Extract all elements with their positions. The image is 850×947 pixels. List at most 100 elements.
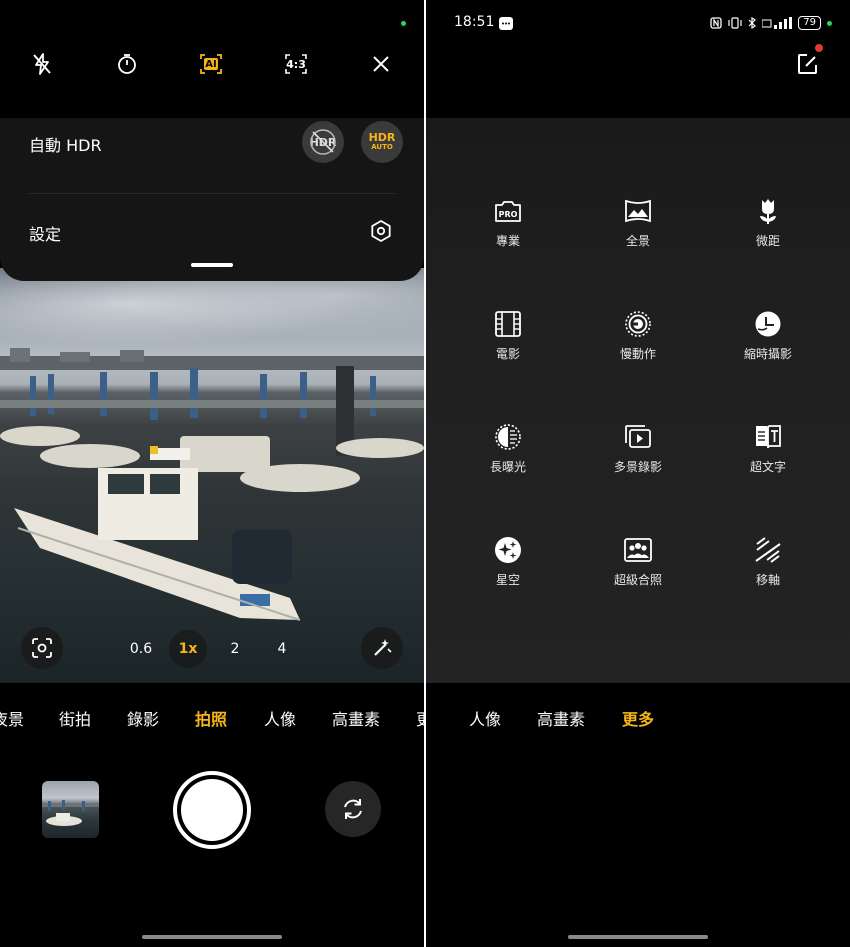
mode-tilt-shift[interactable]: 移軸 — [708, 535, 828, 605]
camera-viewfinder[interactable] — [0, 268, 424, 683]
pro-icon: PRO — [495, 201, 521, 222]
edit-modes-button[interactable] — [796, 44, 823, 76]
mode-night[interactable]: 夜景 — [0, 706, 24, 730]
sheet-divider — [29, 193, 395, 194]
timelapse-icon — [755, 311, 781, 337]
gesture-nav-bar[interactable] — [568, 935, 708, 939]
text-scan-icon — [756, 425, 781, 449]
long-exposure-icon — [495, 424, 521, 450]
mode-starry-sky-label: 星空 — [495, 573, 520, 587]
privacy-indicator-dot — [827, 20, 832, 26]
flash-off-icon[interactable] — [22, 44, 62, 84]
aspect-ratio-button[interactable]: 4:3 — [276, 44, 316, 84]
magic-wand-icon — [374, 639, 392, 656]
ai-label: AI — [205, 58, 217, 70]
svg-text:PRO: PRO — [499, 210, 518, 219]
mode-panorama-label: 全景 — [625, 234, 650, 248]
status-time: 18:51 — [454, 14, 495, 30]
macro-tulip-icon — [760, 199, 776, 224]
mode-photo[interactable]: 拍照 — [195, 706, 227, 730]
camera-more-modes-screen: 18:51 79 PRO 專業 全景 微距 電影 慢動作 縮時攝影 長曝光 多景… — [426, 0, 850, 947]
mode-video[interactable]: 錄影 — [127, 706, 159, 730]
mode-starry-sky[interactable]: 星空 — [448, 535, 568, 605]
settings-label: 設定 — [29, 225, 62, 244]
mode-high-res[interactable]: 高畫素 — [537, 706, 585, 730]
gesture-nav-bar[interactable] — [142, 935, 282, 939]
signal-icon — [762, 17, 793, 29]
mode-high-res[interactable]: 高畫素 — [332, 706, 380, 730]
shutter-button[interactable] — [173, 771, 251, 849]
mode-panorama[interactable]: 全景 — [578, 196, 698, 266]
switch-camera-icon — [344, 799, 362, 819]
hdr-auto-top-label: HDR — [368, 131, 396, 144]
mode-more[interactable]: 更多 — [622, 706, 654, 730]
zoom-0.6[interactable]: 0.6 — [122, 630, 160, 668]
film-icon — [495, 311, 521, 337]
settings-gear-icon[interactable] — [369, 219, 393, 243]
hdr-settings-sheet: 自動 HDR HDR HDR AUTO 設定 — [0, 118, 424, 281]
slow-motion-icon — [625, 311, 651, 337]
camera-top-toolbar: AI 4:3 — [0, 44, 424, 84]
mode-macro[interactable]: 微距 — [708, 196, 828, 266]
privacy-indicator-dot — [401, 21, 406, 26]
hdr-off-button[interactable]: HDR — [302, 121, 344, 163]
gallery-thumbnail-image — [42, 800, 99, 826]
group-photo-icon — [624, 538, 652, 562]
mode-film-label: 電影 — [495, 347, 520, 361]
harbor-scene-image — [0, 348, 424, 621]
magic-wand-button[interactable] — [361, 627, 403, 669]
gallery-thumbnail[interactable] — [42, 781, 99, 838]
battery-level: 79 — [798, 16, 821, 30]
mode-pro[interactable]: PRO 專業 — [448, 196, 568, 266]
mode-macro-label: 微距 — [755, 234, 780, 248]
ai-scene-button[interactable]: AI — [191, 44, 231, 84]
aspect-ratio-label: 4:3 — [286, 57, 306, 71]
mode-film[interactable]: 電影 — [448, 309, 568, 379]
hdr-auto-button[interactable]: HDR AUTO — [361, 121, 403, 163]
zoom-4[interactable]: 4 — [263, 630, 301, 668]
auto-hdr-label: 自動 HDR — [29, 136, 102, 155]
mode-timelapse-label: 縮時攝影 — [743, 347, 792, 361]
message-notification-icon — [499, 17, 513, 30]
tilt-shift-icon — [755, 537, 781, 563]
mode-text-scan-label: 超文字 — [749, 460, 786, 474]
mode-text-scan[interactable]: 超文字 — [708, 422, 828, 492]
status-icons: 79 — [710, 16, 832, 30]
sheet-drag-handle[interactable] — [191, 263, 233, 267]
mode-slow-motion[interactable]: 慢動作 — [578, 309, 698, 379]
multi-scene-video-icon — [625, 425, 651, 448]
zoom-1x[interactable]: 1x — [169, 630, 207, 668]
close-icon[interactable] — [361, 44, 401, 84]
hdr-off-slash-icon — [310, 129, 336, 155]
mode-long-exposure-label: 長曝光 — [489, 460, 526, 474]
mode-more-partial[interactable]: 更 — [416, 706, 424, 730]
timer-icon[interactable] — [107, 44, 147, 84]
bluetooth-icon — [748, 17, 757, 29]
more-modes-grid: PRO 專業 全景 微距 電影 慢動作 縮時攝影 長曝光 多景錄影 超文字 星空… — [426, 118, 850, 683]
mode-pro-label: 專業 — [495, 234, 520, 248]
mode-long-exposure[interactable]: 長曝光 — [448, 422, 568, 492]
mode-timelapse[interactable]: 縮時攝影 — [708, 309, 828, 379]
hdr-auto-bottom-label: AUTO — [371, 143, 393, 151]
mode-multi-scene-video-label: 多景錄影 — [613, 460, 662, 474]
camera-photo-screen: AI 4:3 自動 HDR HDR AUTO 設定 0.6 1x 2 4 夜景 … — [0, 0, 424, 947]
mode-group-photo-label: 超級合照 — [613, 573, 662, 587]
mode-group-photo[interactable]: 超級合照 — [578, 535, 698, 605]
shutter-inner — [181, 779, 243, 841]
vibrate-icon — [728, 17, 742, 29]
edit-icon — [798, 54, 817, 74]
mode-multi-scene-video[interactable]: 多景錄影 — [578, 422, 698, 492]
camera-mode-strip: 夜景 街拍 錄影 拍照 人像 高畫素 更 — [0, 706, 424, 734]
mode-slow-motion-label: 慢動作 — [619, 347, 656, 361]
mode-portrait[interactable]: 人像 — [264, 706, 296, 730]
mode-street[interactable]: 街拍 — [59, 706, 91, 730]
status-bar: 18:51 79 — [426, 14, 850, 34]
nfc-icon — [710, 17, 722, 29]
switch-camera-button[interactable] — [325, 781, 381, 837]
notification-badge — [815, 44, 823, 52]
mode-tilt-shift-label: 移軸 — [755, 573, 780, 587]
panorama-icon — [625, 199, 651, 223]
starry-sky-icon — [495, 537, 521, 563]
zoom-2[interactable]: 2 — [216, 630, 254, 668]
mode-portrait[interactable]: 人像 — [469, 706, 501, 730]
